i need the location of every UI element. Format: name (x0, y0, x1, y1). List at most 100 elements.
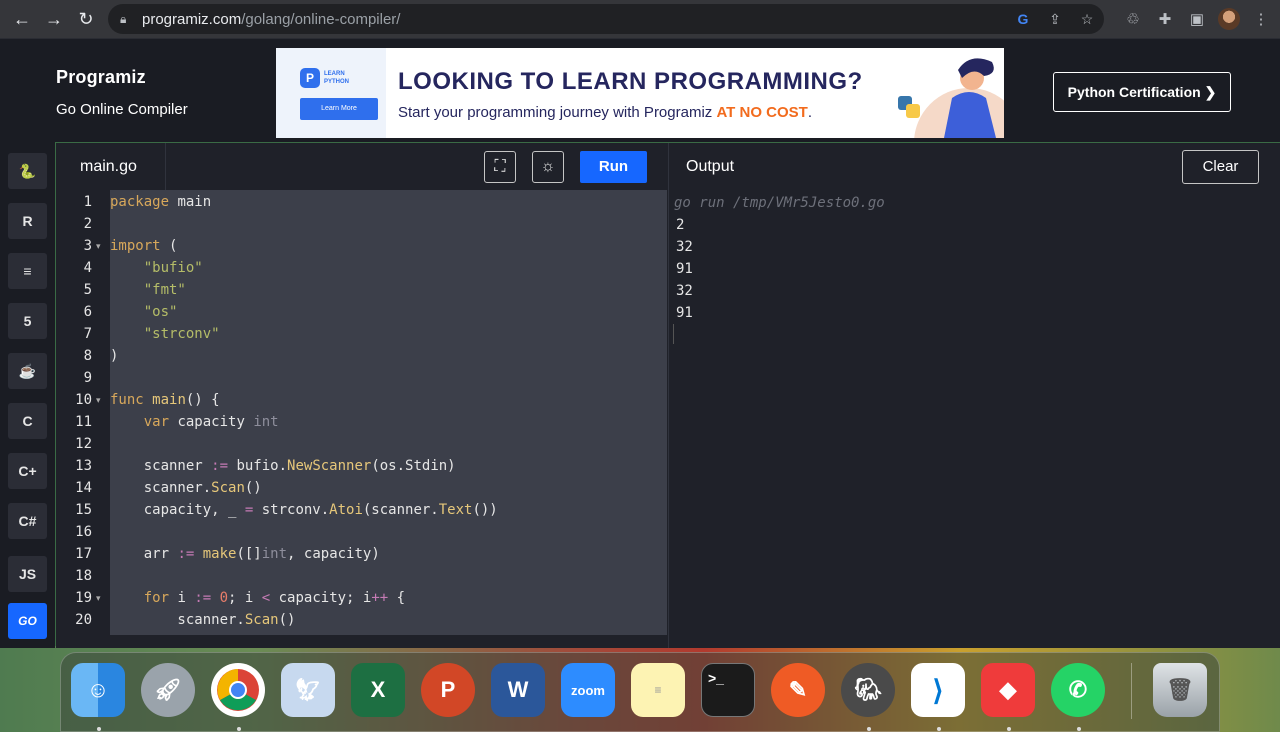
finder-icon[interactable]: ☺ (71, 663, 125, 717)
running-indicator (867, 727, 871, 731)
code-line: "os" (143, 304, 178, 320)
line-number: 17 (75, 546, 92, 562)
code-line: scanner.Scan() (110, 480, 262, 496)
line-number: 20 (75, 612, 92, 628)
code-line: ) (110, 348, 119, 364)
ad-banner[interactable]: P LEARN PYTHON Learn More LOOKING TO LEA… (276, 48, 1004, 138)
theme-toggle-sun-icon[interactable]: ☼ (532, 151, 564, 183)
banner-highlight: AT NO COST (716, 104, 808, 121)
menu-icon[interactable]: ⋮ (1250, 10, 1272, 28)
back-icon[interactable]: ← (6, 3, 38, 35)
banner-subtitle-text: Start your programming journey with Prog… (398, 104, 717, 121)
code-line: scanner := bufio.NewScanner(os.Stdin) (110, 458, 456, 474)
clear-button[interactable]: Clear (1182, 150, 1259, 184)
run-button[interactable]: Run (580, 151, 647, 183)
python-certification-button[interactable]: Python Certification ❯ (1053, 72, 1231, 112)
recycle-extension-icon[interactable]: ♲ (1122, 10, 1144, 28)
python-icon[interactable]: 🐍 (8, 153, 47, 189)
code-text-area[interactable]: package main import ( "bufio" "fmt" "os"… (110, 190, 667, 635)
code-editor[interactable]: 1 2 3 ▾ 4 5 6 7 8 9 10 ▾ 11 12 13 14 15 … (56, 190, 668, 635)
trash-icon[interactable]: 🗑︎ (1153, 663, 1207, 717)
output-line: 91 (676, 305, 693, 321)
reload-icon[interactable]: ↻ (70, 3, 102, 35)
fullscreen-icon[interactable]: ⛶ (484, 151, 516, 183)
output-console[interactable]: go run /tmp/VMr5Jesto0.go 2 32 91 32 91 (668, 190, 1280, 648)
line-number: 9 (83, 370, 92, 386)
side-panel-icon[interactable]: ▣ (1186, 10, 1208, 28)
javascript-icon[interactable]: JS (8, 556, 47, 592)
editor-toolbar: main.go ⛶ ☼ Run (56, 143, 668, 190)
file-tab-main-go[interactable]: main.go (56, 143, 166, 190)
fold-arrow-icon[interactable]: ▾ (96, 389, 106, 411)
learn-more-button[interactable]: Learn More (300, 98, 378, 120)
r-language-icon[interactable]: R (8, 203, 47, 239)
output-command: go run /tmp/VMr5Jesto0.go (674, 195, 885, 211)
running-indicator (1077, 727, 1081, 731)
line-number: 16 (75, 524, 92, 540)
anydesk-icon[interactable]: ◆ (981, 663, 1035, 717)
word-icon[interactable]: W (491, 663, 545, 717)
editor-footer (56, 635, 668, 648)
profile-avatar[interactable] (1218, 8, 1240, 30)
learn-python-logo-icon: P (300, 68, 320, 88)
extensions-icon[interactable]: ✚ (1154, 10, 1176, 28)
banner-left-panel: P LEARN PYTHON Learn More (276, 48, 386, 138)
banner-subtitle: Start your programming journey with Prog… (398, 104, 812, 121)
language-sidebar: 🐍 R ≡ 5 ☕ C C+ C# JS GO (0, 142, 55, 648)
line-number: 19 (75, 590, 92, 606)
url-path: /golang/online-compiler/ (241, 10, 401, 28)
running-indicator (97, 727, 101, 731)
launchpad-rocket-icon[interactable]: 🚀︎ (141, 663, 195, 717)
zoom-icon[interactable]: zoom (561, 663, 615, 717)
output-line: 2 (676, 217, 685, 233)
macos-dock: ☺ 🚀︎ 🦅︎ X P W zoom ≡ >_ ✎ 🐘︎ ⟩ ◆ ✆ 🗑︎ (60, 652, 1220, 732)
sql-database-icon[interactable]: ≡ (8, 253, 47, 289)
learn-python-badge: LEARN PYTHON (324, 71, 350, 85)
dock-separator (1131, 663, 1132, 719)
screen: ← → ↻ 🔒︎ programiz.com/golang/online-com… (0, 0, 1280, 732)
whatsapp-icon[interactable]: ✆ (1051, 663, 1105, 717)
vscode-icon[interactable]: ⟩ (911, 663, 965, 717)
programiz-logo[interactable]: Programiz (56, 67, 146, 88)
url-domain: programiz.com (142, 10, 242, 28)
c-icon[interactable]: C (8, 403, 47, 439)
code-line: package main (110, 194, 212, 210)
running-indicator (937, 727, 941, 731)
go-icon[interactable]: GO (8, 603, 47, 639)
mail-stamp-icon[interactable]: 🦅︎ (281, 663, 335, 717)
running-indicator (237, 727, 241, 731)
share-icon[interactable]: ⇪ (1044, 11, 1066, 28)
output-line: 91 (676, 261, 693, 277)
output-header: Output Clear (668, 143, 1280, 190)
line-number: 18 (75, 568, 92, 584)
java-icon[interactable]: ☕ (8, 353, 47, 389)
banner-subtitle-end: . (807, 104, 813, 121)
forward-icon[interactable]: → (38, 3, 70, 35)
powerpoint-icon[interactable]: P (421, 663, 475, 717)
line-number: 13 (75, 458, 92, 474)
html5-icon[interactable]: 5 (8, 303, 47, 339)
line-number: 11 (75, 414, 92, 430)
code-line: var capacity int (143, 414, 279, 430)
notes-icon[interactable]: ≡ (631, 663, 685, 717)
cpp-icon[interactable]: C+ (8, 453, 47, 489)
banner-illustration (898, 58, 1004, 138)
line-number: 5 (83, 282, 92, 298)
running-indicator (1007, 727, 1011, 731)
line-number: 12 (75, 436, 92, 452)
star-icon[interactable]: ☆ (1076, 11, 1098, 28)
line-number: 14 (75, 480, 92, 496)
line-number: 2 (83, 216, 92, 232)
mamp-elephant-icon[interactable]: 🐘︎ (841, 663, 895, 717)
excel-icon[interactable]: X (351, 663, 405, 717)
code-line: capacity, _ = strconv.Atoi(scanner.Text(… (110, 502, 498, 518)
google-icon[interactable]: G (1012, 11, 1034, 27)
site-header: Programiz Go Online Compiler P LEARN PYT… (0, 38, 1280, 142)
fold-arrow-icon[interactable]: ▾ (96, 587, 106, 609)
address-bar[interactable]: 🔒︎ programiz.com/golang/online-compiler/… (108, 4, 1104, 34)
postman-icon[interactable]: ✎ (771, 663, 825, 717)
fold-arrow-icon[interactable]: ▾ (96, 235, 106, 257)
terminal-icon[interactable]: >_ (701, 663, 755, 717)
csharp-icon[interactable]: C# (8, 503, 47, 539)
chrome-icon[interactable] (211, 663, 265, 717)
